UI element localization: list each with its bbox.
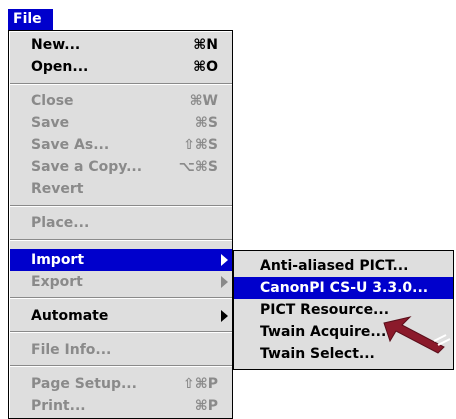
menu-item-save-a-copy[interactable]: Save a Copy... ⌥⌘S [9,156,232,178]
submenu-item-label: Anti-aliased PICT... [260,258,409,274]
menu-item-shortcut: ⌘W [189,93,218,109]
submenu-item-label: PICT Resource... [260,302,390,318]
menu-item-label: File Info... [31,342,112,358]
menu-item-shortcut: ⌘S [194,115,218,131]
menu-item-shortcut: ⌥⌘S [178,159,218,175]
menu-item-new[interactable]: New... ⌘N [9,34,232,56]
submenu-arrow-icon [221,276,228,288]
menu-item-open[interactable]: Open... ⌘O [9,56,232,78]
menu-item-import[interactable]: Import [9,249,232,271]
menu-item-label: Save [31,115,70,131]
submenu-item-label: Twain Acquire... [260,324,387,340]
menu-item-file-info[interactable]: File Info... [9,339,232,361]
menu-item-label: New... [31,37,81,53]
menu-item-label: Close [31,93,74,109]
menu-item-label: Revert [31,181,84,197]
submenu-item-label: Twain Select... [260,346,375,362]
menu-item-export[interactable]: Export [9,271,232,293]
menu-item-close[interactable]: Close ⌘W [9,90,232,112]
menu-item-place[interactable]: Place... [9,212,232,234]
menu-item-automate[interactable]: Automate [9,305,232,327]
submenu-item-canonpi[interactable]: CanonPI CS-U 3.3.0... [234,277,453,299]
menu-separator [9,83,232,85]
menu-item-label: Page Setup... [31,376,137,392]
menu-item-label: Import [31,252,85,268]
menu-item-shortcut: ⇧⌘P [183,376,218,392]
submenu-item-label: CanonPI CS-U 3.3.0... [260,280,429,296]
menu-item-revert[interactable]: Revert [9,178,232,200]
menu-separator [9,365,232,367]
menu-separator [9,239,232,241]
menu-item-label: Save a Copy... [31,159,143,175]
menu-item-page-setup[interactable]: Page Setup... ⇧⌘P [9,373,232,395]
menu-item-shortcut: ⌘P [194,398,218,414]
file-menu-title[interactable]: File [8,9,53,30]
menu-item-save-as[interactable]: Save As... ⇧⌘S [9,134,232,156]
menu-item-print[interactable]: Print... ⌘P [9,395,232,417]
file-menu: New... ⌘N Open... ⌘O Close ⌘W Save ⌘S Sa… [8,30,233,419]
menu-separator [9,331,232,333]
submenu-arrow-icon [221,254,228,266]
menu-item-label: Place... [31,215,90,231]
submenu-arrow-icon [221,310,228,322]
menu-item-label: Automate [31,308,109,324]
menu-item-label: Open... [31,59,89,75]
menu-item-shortcut: ⌘O [193,59,218,75]
menu-item-label: Export [31,274,83,290]
menu-item-shortcut: ⌘N [193,37,218,53]
menu-separator [9,297,232,299]
menu-item-shortcut: ⇧⌘S [183,137,218,153]
menu-item-label: Save As... [31,137,110,153]
menu-item-save[interactable]: Save ⌘S [9,112,232,134]
menu-item-label: Print... [31,398,86,414]
menu-separator [9,205,232,207]
arrow-pointer-icon [383,316,451,354]
submenu-item-anti-aliased-pict[interactable]: Anti-aliased PICT... [234,255,453,277]
